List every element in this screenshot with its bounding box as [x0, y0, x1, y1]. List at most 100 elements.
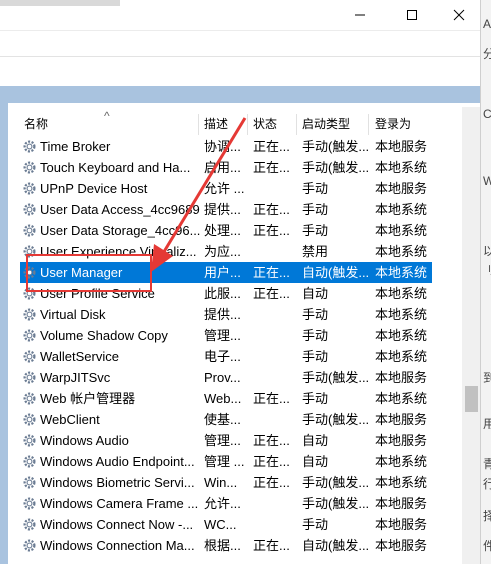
service-name: Touch Keyboard and Ha...	[40, 160, 191, 175]
gear-icon	[23, 539, 36, 552]
service-startup-type: 手动(触发...	[302, 496, 370, 511]
service-description: WC...	[204, 517, 237, 532]
background-text-fragment: C	[483, 108, 491, 120]
background-text-fragment: 分	[483, 48, 491, 60]
background-text-fragment: 择	[483, 510, 491, 522]
table-row[interactable]: Windows Camera Frame ... 允许... 手动(触发... 本地服…	[20, 493, 432, 514]
service-status: 正在...	[253, 454, 290, 469]
maximize-button[interactable]	[389, 0, 435, 30]
service-description: 使基...	[204, 412, 241, 427]
service-name: Windows Biometric Servi...	[40, 475, 195, 490]
table-row[interactable]: Windows Biometric Servi... Win... 正在... 手动(…	[20, 472, 432, 493]
table-row[interactable]: User Data Storage_4cc96... 处理... 正在... 手动 本地…	[20, 220, 432, 241]
table-row[interactable]: Volume Shadow Copy 管理... 手动 本地系统	[20, 325, 432, 346]
table-row[interactable]: Windows Audio Endpoint... 管理 ... 正在... 自动 本地…	[20, 451, 432, 472]
minimize-button[interactable]	[337, 0, 383, 30]
column-header: ^ 名称 描述 状态 启动类型 登录为	[20, 109, 432, 136]
service-logon-as: 本地系统	[375, 202, 428, 217]
service-logon-as: 本地服务	[375, 538, 428, 553]
gear-icon	[23, 518, 36, 531]
table-row[interactable]: Web 帐户管理器 Web... 正在... 手动 本地系统	[20, 388, 432, 409]
service-name: WalletService	[40, 349, 119, 364]
service-name: Time Broker	[40, 139, 111, 154]
service-status: 正在...	[253, 265, 290, 280]
service-logon-as: 本地系统	[375, 328, 428, 343]
service-status: 正在...	[253, 139, 290, 154]
table-row[interactable]: Virtual Disk 提供... 手动 本地系统	[20, 304, 432, 325]
service-startup-type: 自动	[302, 454, 329, 469]
minimize-icon	[355, 14, 365, 16]
service-logon-as: 本地服务	[375, 433, 428, 448]
service-status: 正在...	[253, 538, 290, 553]
service-startup-type: 手动	[302, 223, 329, 238]
gear-icon	[23, 371, 36, 384]
background-window-edge: A 分 C W 以刂到用青行择件	[480, 0, 491, 564]
service-status	[253, 178, 297, 199]
background-text-fragment: W	[483, 175, 491, 187]
services-header-band	[0, 86, 480, 103]
service-startup-type: 手动	[302, 202, 329, 217]
service-startup-type: 手动	[302, 349, 329, 364]
service-startup-type: 自动	[302, 433, 329, 448]
column-separator[interactable]	[247, 114, 248, 135]
table-row[interactable]: Touch Keyboard and Ha... 启用... 正在... 手动(触发.…	[20, 157, 432, 178]
scrollbar-thumb[interactable]	[465, 386, 478, 412]
table-row[interactable]: User Data Access_4cc9689 提供... 正在... 手动 本地系统	[20, 199, 432, 220]
service-startup-type: 手动(触发...	[302, 412, 370, 427]
service-description: Web...	[204, 391, 242, 406]
vertical-scrollbar[interactable]	[462, 107, 480, 564]
column-separator[interactable]	[296, 114, 297, 135]
table-row[interactable]: WarpJITSvc Prov... 手动(触发... 本地服务	[20, 367, 432, 388]
table-row[interactable]: Windows Audio 管理... 正在... 自动 本地服务	[20, 430, 432, 451]
service-logon-as: 本地系统	[375, 391, 428, 406]
background-text-fragment: 到	[483, 372, 491, 384]
service-name: Web 帐户管理器	[40, 391, 136, 406]
close-button[interactable]	[436, 0, 482, 30]
column-separator[interactable]	[198, 114, 199, 135]
column-logon-as[interactable]: 登录为	[375, 113, 411, 136]
service-status	[253, 325, 297, 346]
column-status[interactable]: 状态	[253, 113, 277, 136]
service-status: 正在...	[253, 160, 290, 175]
background-text-fragment: 用	[483, 418, 491, 430]
column-name[interactable]: 名称	[24, 113, 48, 136]
service-description: 用户...	[204, 265, 241, 280]
service-description: 允许...	[204, 496, 241, 511]
gear-icon	[23, 413, 36, 426]
service-logon-as: 本地系统	[375, 475, 428, 490]
table-row[interactable]: Windows Connection Ma... 根据... 正在... 自动(触发.…	[20, 535, 432, 556]
service-name: Volume Shadow Copy	[40, 328, 168, 343]
service-description: 提供...	[204, 307, 241, 322]
service-name: Windows Camera Frame ...	[40, 496, 199, 511]
service-status	[253, 346, 297, 367]
column-separator[interactable]	[368, 114, 369, 135]
service-startup-type: 自动(触发...	[302, 265, 370, 280]
table-row[interactable]: Time Broker 协调... 正在... 手动(触发... 本地服务	[20, 136, 432, 157]
service-startup-type: 手动(触发...	[302, 160, 370, 175]
service-logon-as: 本地系统	[375, 307, 428, 322]
service-description: 处理...	[204, 223, 241, 238]
service-description: 管理 ...	[204, 454, 245, 469]
gear-icon	[23, 476, 36, 489]
column-description[interactable]: 描述	[204, 113, 228, 136]
table-row[interactable]: WebClient 使基... 手动(触发... 本地服务	[20, 409, 432, 430]
service-logon-as: 本地系统	[375, 160, 428, 175]
service-startup-type: 手动	[302, 307, 329, 322]
service-startup-type: 手动	[302, 328, 329, 343]
service-name: UPnP Device Host	[40, 181, 148, 196]
service-description: 电子...	[204, 349, 241, 364]
service-description: Win...	[204, 475, 238, 490]
gear-icon	[23, 224, 36, 237]
column-startup-type[interactable]: 启动类型	[302, 113, 350, 136]
service-logon-as: 本地服务	[375, 181, 428, 196]
gear-icon	[23, 161, 36, 174]
service-name: User Data Access_4cc9689	[40, 202, 200, 217]
gear-icon	[23, 203, 36, 216]
service-name: Virtual Disk	[40, 307, 106, 322]
service-startup-type: 自动	[302, 286, 329, 301]
service-name: Windows Audio Endpoint...	[40, 454, 195, 469]
table-row[interactable]: UPnP Device Host 允许 ... 手动 本地服务	[20, 178, 432, 199]
table-row[interactable]: Windows Connect Now -... WC... 手动 本地服务	[20, 514, 432, 535]
service-description: Prov...	[204, 370, 241, 385]
table-row[interactable]: WalletService 电子... 手动 本地系统	[20, 346, 432, 367]
